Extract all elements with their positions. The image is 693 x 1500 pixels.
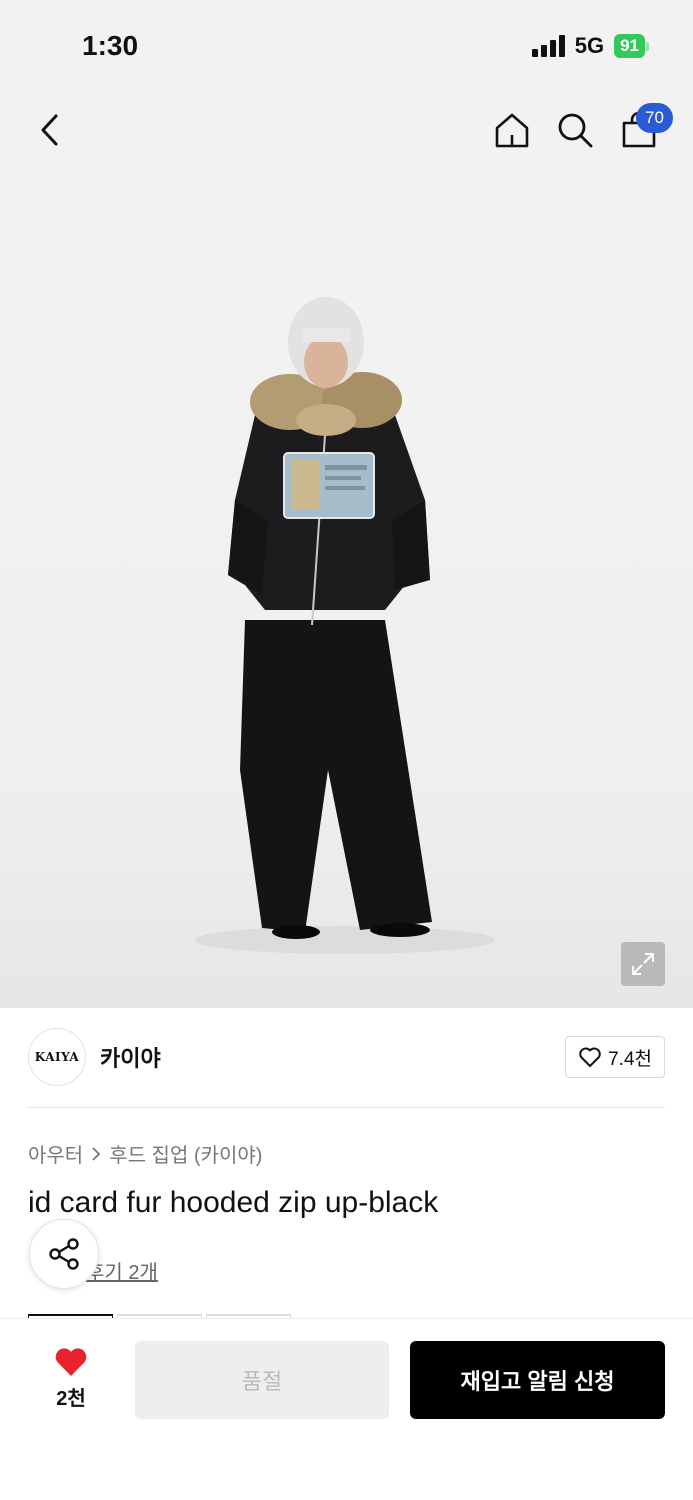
share-button[interactable] — [29, 1219, 99, 1289]
soldout-button: 품절 — [135, 1341, 389, 1419]
restock-alert-button[interactable]: 재입고 알림 신청 — [410, 1341, 665, 1419]
wishlist-count: 2천 — [56, 1388, 86, 1410]
home-button[interactable] — [490, 108, 534, 152]
chevron-right-icon — [92, 1146, 101, 1161]
nav-bar — [0, 90, 693, 170]
brand-row: KAIYA 카이야 7.4천 — [28, 1028, 665, 1086]
expand-icon — [632, 953, 654, 975]
network-label: 5G — [574, 33, 605, 58]
wishlist-button[interactable]: 2천 — [36, 1345, 106, 1411]
divider — [28, 1107, 665, 1108]
battery-icon: 91 — [614, 34, 649, 58]
brand-name[interactable]: 카이야 — [100, 1041, 161, 1073]
brand-like-button[interactable]: 7.4천 — [565, 1036, 665, 1078]
signal-icon — [531, 35, 565, 57]
brand-like-count: 7.4천 — [608, 1048, 652, 1070]
brand-logo[interactable]: KAIYA — [28, 1028, 86, 1086]
bottom-action-bar: 2천 품절 재입고 알림 신청 — [0, 1318, 693, 1500]
search-button[interactable] — [553, 108, 597, 152]
breadcrumb-category[interactable]: 아우터 — [28, 1139, 83, 1168]
back-button[interactable] — [28, 108, 72, 152]
cart-count-badge: 70 — [636, 103, 673, 133]
breadcrumb-subcategory[interactable]: 후드 집업 (카이야) — [109, 1139, 262, 1168]
status-time: 1:30 — [82, 30, 139, 61]
chevron-left-icon — [41, 114, 58, 146]
status-bar: 1:30 5G 91 — [0, 0, 693, 90]
search-icon — [558, 113, 593, 148]
home-icon — [495, 113, 529, 148]
breadcrumb: 아우터 후드 집업 (카이야) — [28, 1139, 262, 1168]
expand-image-button[interactable] — [621, 942, 665, 986]
status-indicators: 5G 91 — [531, 33, 649, 59]
product-title: id card fur hooded zip up-black — [28, 1186, 439, 1219]
model-photo — [195, 297, 495, 954]
share-icon — [49, 1238, 79, 1270]
battery-level: 91 — [614, 34, 645, 58]
heart-outline-icon — [579, 1047, 601, 1067]
product-image[interactable] — [0, 170, 693, 1008]
heart-filled-icon — [55, 1348, 87, 1377]
